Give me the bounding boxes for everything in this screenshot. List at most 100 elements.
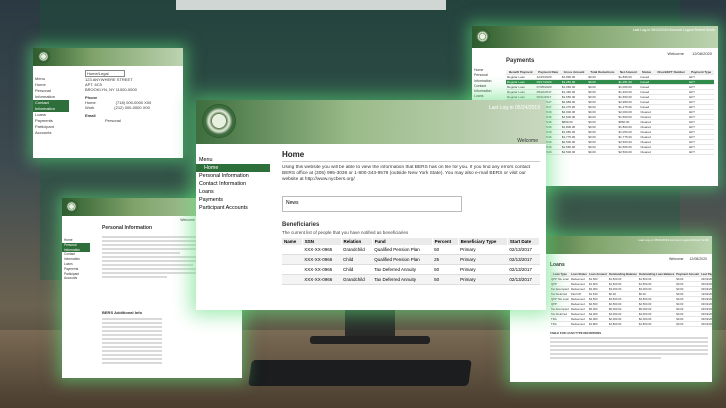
table-cell: 03/19/2019	[700, 301, 712, 307]
nav-item-personal[interactable]: Personal Information	[196, 172, 270, 180]
menu-title: Menu	[199, 157, 213, 163]
table-cell: Primary	[458, 274, 508, 285]
nav-item-personal[interactable]: Personal Information	[472, 73, 504, 84]
table-cell: XXX-XX-0966	[302, 274, 342, 285]
table-cell: Primary	[458, 254, 508, 265]
table-cell: Primary	[458, 245, 508, 255]
seal-logo	[65, 200, 78, 213]
table-cell: XXX-XX-0965	[302, 264, 342, 275]
nav-item-contact[interactable]: Contact Information	[62, 252, 90, 262]
nav-item-accounts[interactable]: Participant Accounts	[196, 204, 270, 212]
payment-column-header[interactable]: Payment Date	[535, 70, 561, 75]
loan-column-header[interactable]: Loan Type	[550, 272, 570, 277]
table-row: XXX-XX-0965 Grandchild Qualified Pension P…	[282, 245, 540, 255]
loan-definitions-list	[550, 337, 708, 359]
table-cell: Redeemed	[569, 321, 588, 327]
panel-header: Last Log-in 05/24/2019 Account Logout Ro…	[472, 26, 718, 48]
page-title: Personal Information	[102, 225, 153, 231]
nav-item-contact[interactable]: Contact Information	[196, 180, 270, 188]
loan-column-header[interactable]: Last Payment Date	[700, 272, 712, 277]
table-cell: Tax Deferred Annuity	[372, 264, 433, 275]
table-cell: Tax Deferred	[550, 291, 570, 297]
table-cell	[282, 264, 303, 275]
table-cell: 03/19/2019	[700, 276, 712, 282]
payment-column-header[interactable]: Check/EFT Number	[653, 70, 689, 75]
table-cell: Tax Exempted	[550, 286, 570, 292]
monitor-screen: Last Log-in 05/24/2019 Welcome Menu Home…	[196, 100, 546, 310]
payment-column-header[interactable]: Benefit Payment	[506, 70, 536, 75]
beneficiary-column-header[interactable]: Name	[282, 238, 303, 245]
table-cell: Tax Exempted	[550, 306, 570, 312]
beneficiary-column-header[interactable]: Beneficiary Type	[458, 238, 508, 245]
beneficiary-column-header[interactable]: Fund	[372, 238, 433, 245]
phone-work-label: Work	[85, 105, 95, 110]
payment-column-header[interactable]: Total Deductions	[587, 70, 618, 75]
page-title: Home	[282, 150, 540, 162]
panel-header	[33, 48, 183, 66]
sidebar-nav: Menu Home Personal Information Contact I…	[33, 76, 69, 136]
table-cell: 03/19/2019	[700, 311, 712, 317]
date-label: 12/08/2020	[689, 257, 707, 261]
table-cell: XXX-XX-0965	[302, 245, 342, 255]
table-cell: 03/19/2019	[700, 296, 712, 302]
loan-column-header[interactable]: Outstanding Balance	[607, 272, 638, 277]
table-cell: $2,500.00	[617, 149, 640, 155]
table-cell: XXX-XX-0966	[302, 254, 342, 265]
table-cell: 50	[432, 264, 459, 275]
loan-column-header[interactable]: Outstanding Loan Balance	[637, 272, 676, 277]
table-cell: $2,500.00	[560, 149, 588, 155]
table-cell: 50	[432, 245, 459, 255]
table-cell: 50	[432, 274, 459, 285]
address-select[interactable]: Home/Legal	[85, 70, 125, 77]
nav-item-payments[interactable]: Payments	[196, 196, 270, 204]
table-row: XXX-XX-0965 Child Tax Deferred Annuity 50 Pr…	[282, 264, 540, 275]
table-cell: 02/13/2017	[507, 264, 540, 275]
loan-column-header[interactable]: Loan Amount	[587, 272, 608, 277]
beneficiary-column-header[interactable]: Start Date	[507, 238, 541, 245]
payment-column-header[interactable]: Gross Amount	[560, 70, 588, 75]
nav-item-personal[interactable]: Personal Information	[33, 88, 69, 100]
nav-item-contact[interactable]: Contact Information	[33, 100, 69, 112]
date-label: 12/08/2020	[691, 51, 712, 56]
nav-item-home[interactable]: Home	[196, 164, 270, 172]
beneficiaries-subtitle: The current list of people that you have…	[282, 230, 409, 235]
additional-info-list	[102, 316, 162, 366]
table-cell: 03/19/2019	[700, 286, 712, 292]
table-cell: Cleared	[639, 149, 654, 155]
nav-item-loans[interactable]: Loans	[196, 188, 270, 196]
news-box: News	[282, 196, 462, 212]
beneficiary-column-header[interactable]: Relation	[341, 238, 373, 245]
top-bar-text: Last Log-in 05/24/2019 Account Logout Ro…	[638, 238, 709, 242]
table-cell: TDA	[550, 321, 570, 327]
nav-item-accounts[interactable]: Participant Accounts	[33, 124, 69, 136]
page-title: Loans	[550, 262, 565, 268]
email-label: Personal	[105, 118, 121, 123]
welcome-label: Welcome	[517, 138, 538, 144]
nav-item-personal[interactable]: Personal Information	[62, 242, 90, 253]
nav-item-contact[interactable]: Contact Information	[472, 84, 504, 95]
nav-item-accounts[interactable]: Participant Accounts	[62, 272, 90, 282]
table-cell: Tax Deferred Annuity	[372, 274, 433, 285]
table-row: XXX-XX-0966 Grandchild Tax Deferred Annuit…	[282, 274, 540, 285]
loan-column-header[interactable]: Loan Status	[569, 272, 588, 277]
address-line-3: BROOKLYN, NY 11000-0000	[85, 87, 137, 92]
table-cell: Qualified Pension Plan	[372, 254, 433, 265]
table-cell: 03/19/2019	[700, 321, 712, 327]
seal-logo	[202, 104, 236, 138]
loan-column-header[interactable]: Payment Amount	[675, 272, 701, 277]
table-cell	[282, 245, 303, 255]
background-top-panel	[176, 0, 446, 10]
table-cell	[653, 149, 689, 155]
beneficiary-column-header[interactable]: SSN	[302, 238, 342, 245]
beneficiary-column-header[interactable]: Percent	[432, 238, 459, 245]
payment-column-header[interactable]: Net Amount	[617, 70, 640, 75]
table-cell: Primary	[458, 264, 508, 275]
welcome-label: Welcome	[667, 51, 684, 56]
table-cell: Child	[341, 254, 373, 265]
welcome-link: Welcome	[180, 218, 195, 222]
monitor-stand-foot	[310, 336, 430, 344]
payment-column-header[interactable]: Payment Type	[688, 70, 714, 75]
sidebar-nav: Menu Home Personal Information Contact I…	[196, 156, 270, 212]
loans-table: Loan Type Loan Status Loan Amount Outstandi…	[550, 272, 712, 327]
beneficiaries-title: Beneficiaries	[282, 222, 320, 228]
